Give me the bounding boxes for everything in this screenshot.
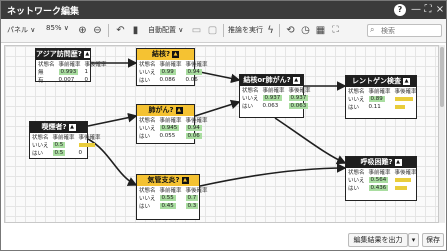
node-row: 有 0.007 0: [38, 77, 89, 84]
toolbar-divider: [108, 24, 109, 37]
chevron-up-icon[interactable]: ▲: [172, 51, 180, 58]
node-row: はい 0.055 0.06: [139, 133, 202, 140]
export-dropdown-icon[interactable]: ▾: [408, 233, 419, 247]
node-row: いいえ 0.564: [346, 176, 419, 184]
node-xray[interactable]: レントゲン検査 ▲ 状態名 事前確率 事後確率 いいえ 0.89 はい 0.11: [345, 75, 417, 119]
node-title: 気管支炎? ▲: [137, 175, 199, 186]
zoom-in-icon[interactable]: ⊕: [75, 23, 90, 38]
chevron-up-icon[interactable]: ▲: [68, 124, 76, 131]
node-row: いいえ 0.55 0.7: [139, 195, 199, 202]
node-kikanshien[interactable]: 気管支炎? ▲ 状態名 事前確率 事後確率 いいえ 0.55 0.7 はい 0.45 0.3: [136, 174, 208, 220]
node-table: 状態名 事前確率 事後確率 いいえ 0.937 0.937 はい 0.063 0.063: [242, 88, 311, 110]
node-row: いいえ 0.937 0.937: [242, 95, 309, 102]
save-button[interactable]: 保存: [422, 233, 444, 247]
toolbar-divider: [223, 24, 224, 37]
node-kitsuen[interactable]: 喫煙者? ▲ 状態名 事前確率 事後確率 いいえ 0.5 はい 0.5 0: [29, 121, 101, 159]
search-box[interactable]: ⌕: [367, 24, 442, 37]
node-kekkaku-or-gan[interactable]: 結核or肺がん? ▲ 状態名 事前確率 事後確率 いいえ 0.937 0.937 はい 0.…: [239, 74, 311, 118]
comment-icon[interactable]: ▭: [189, 23, 204, 38]
probability-bar: [394, 96, 413, 101]
node-title: 喫煙者? ▲: [30, 122, 87, 133]
probability-bar: [394, 185, 407, 190]
node-table: 状態名 事前確率 事後確率 無 0.993 1 有 0.007 0: [38, 62, 107, 84]
node-title: 呼吸困難? ▲: [346, 157, 416, 168]
history-icon[interactable]: ◷: [298, 23, 313, 38]
node-row: いいえ 0.89: [346, 95, 419, 103]
probability-bar: [394, 177, 411, 182]
chevron-up-icon[interactable]: ▲: [394, 159, 402, 166]
node-row: 無 0.993 1: [38, 69, 89, 76]
node-title: 結核? ▲: [137, 49, 194, 60]
node-row: はい 0.45 0.3: [139, 203, 199, 210]
node-row: いいえ 0.99 0.94: [139, 69, 202, 76]
node-haigan[interactable]: 肺がん? ▲ 状態名 事前確率 事後確率 いいえ 0.945 0.94 はい 0.055 0.…: [136, 104, 208, 144]
auto-layout-dropdown[interactable]: 自動配置 ∨: [148, 25, 183, 35]
node-row: はい 0.086 0.06: [139, 77, 198, 84]
zoom-out-icon[interactable]: ⊖: [90, 23, 105, 38]
edge-kitsuen-to-haigan: [87, 112, 138, 127]
node-kekkaku[interactable]: 結核? ▲ 状態名 事前確率 事後確率 いいえ 0.99 0.94 はい 0.086 0.06: [136, 48, 208, 86]
network-canvas[interactable]: アジア訪問歴? ▲ 状態名 事前確率 事後確率 無 0.993 1 有 0.007 0 結核?…: [4, 45, 439, 223]
probability-bar: [394, 104, 405, 109]
scrollbar-thumb[interactable]: [440, 47, 444, 107]
node-row: はい 0.11: [346, 103, 419, 111]
node-row: はい 0.5 0: [32, 150, 83, 157]
node-table: 状態名 事前確率 事後確率 いいえ 0.55 0.7 はい 0.45 0.3: [139, 188, 208, 210]
node-title: 肺がん? ▲: [137, 105, 194, 116]
node-table: 状態名 事前確率 事後確率 いいえ 0.5 はい 0.5 0: [30, 135, 103, 157]
chevron-up-icon[interactable]: ▲: [83, 51, 90, 58]
search-input[interactable]: [381, 26, 439, 36]
window-icon[interactable]: ▢: [205, 23, 220, 38]
node-row: はい 0.063 0.063: [242, 103, 309, 110]
node-asia[interactable]: アジア訪問歴? ▲ 状態名 事前確率 事後確率 無 0.993 1 有 0.007 0: [35, 48, 107, 84]
node-table: 状態名 事前確率 事後確率 いいえ 0.89 はい 0.11: [346, 89, 419, 111]
network-editor-window: ネットワーク編集 ? — ⛶ × パネル ∨ 85% ∨ ⊕ ⊖ ↶ ▮ 自動配…: [0, 0, 447, 251]
reset-icon[interactable]: ⟲: [283, 23, 298, 38]
close-button[interactable]: ×: [433, 2, 446, 17]
help-icon[interactable]: ?: [394, 4, 406, 16]
search-icon: ⌕: [370, 25, 375, 34]
zoom-select[interactable]: 85% ∨: [46, 24, 69, 32]
chevron-up-icon[interactable]: ▲: [292, 77, 300, 84]
node-kokyu[interactable]: 呼吸困難? ▲ 状態名 事前確率 事後確率 いいえ 0.564 はい 0.436: [345, 156, 417, 201]
node-table: 状態名 事前確率 事後確率 いいえ 0.564 はい 0.436: [346, 170, 419, 192]
chevron-up-icon[interactable]: ▲: [403, 78, 410, 85]
panel-dropdown[interactable]: パネル ∨: [7, 25, 35, 35]
chevron-up-icon[interactable]: ▲: [181, 177, 189, 184]
window-title: ネットワーク編集: [7, 7, 80, 17]
node-title: 結核or肺がん? ▲: [240, 75, 303, 86]
node-row: いいえ 0.5: [30, 141, 103, 149]
marker-icon[interactable]: ▮: [128, 23, 143, 38]
title-bar: ネットワーク編集 ? — ⛶ ×: [1, 1, 446, 19]
run-inference-button[interactable]: 推論を実行: [228, 25, 263, 35]
edge-ctor-to-kokyu: [274, 117, 347, 165]
node-title: レントゲン検査 ▲: [346, 76, 416, 87]
node-row: はい 0.436: [346, 184, 419, 192]
edge-haigan-to-ctor: [194, 99, 241, 117]
export-button[interactable]: 編集結果を出力: [348, 233, 408, 247]
toolbar: パネル ∨ 85% ∨ ⊕ ⊖ ↶ ▮ 自動配置 ∨ ▭ ▢ 推論を実行 ϟ ⟲…: [1, 19, 446, 43]
probability-bar: [78, 142, 95, 147]
toolbar-divider: [279, 24, 280, 37]
vertical-scrollbar[interactable]: [439, 45, 445, 223]
node-table: 状態名 事前確率 事後確率 いいえ 0.99 0.94 はい 0.086 0.06: [139, 62, 208, 84]
lightning-icon[interactable]: ϟ: [263, 23, 278, 38]
undo-icon[interactable]: ↶: [113, 23, 128, 38]
chevron-up-icon[interactable]: ▲: [175, 107, 183, 114]
node-title: アジア訪問歴? ▲: [36, 49, 90, 60]
fit-screen-icon[interactable]: ⛶: [328, 23, 343, 38]
edge-kikanshien-to-kokyu: [199, 163, 347, 187]
node-table: 状態名 事前確率 事後確率 いいえ 0.945 0.94 はい 0.055 0.06: [139, 118, 208, 140]
node-row: いいえ 0.945 0.94: [139, 125, 202, 132]
grid-icon[interactable]: ▦: [313, 23, 328, 38]
